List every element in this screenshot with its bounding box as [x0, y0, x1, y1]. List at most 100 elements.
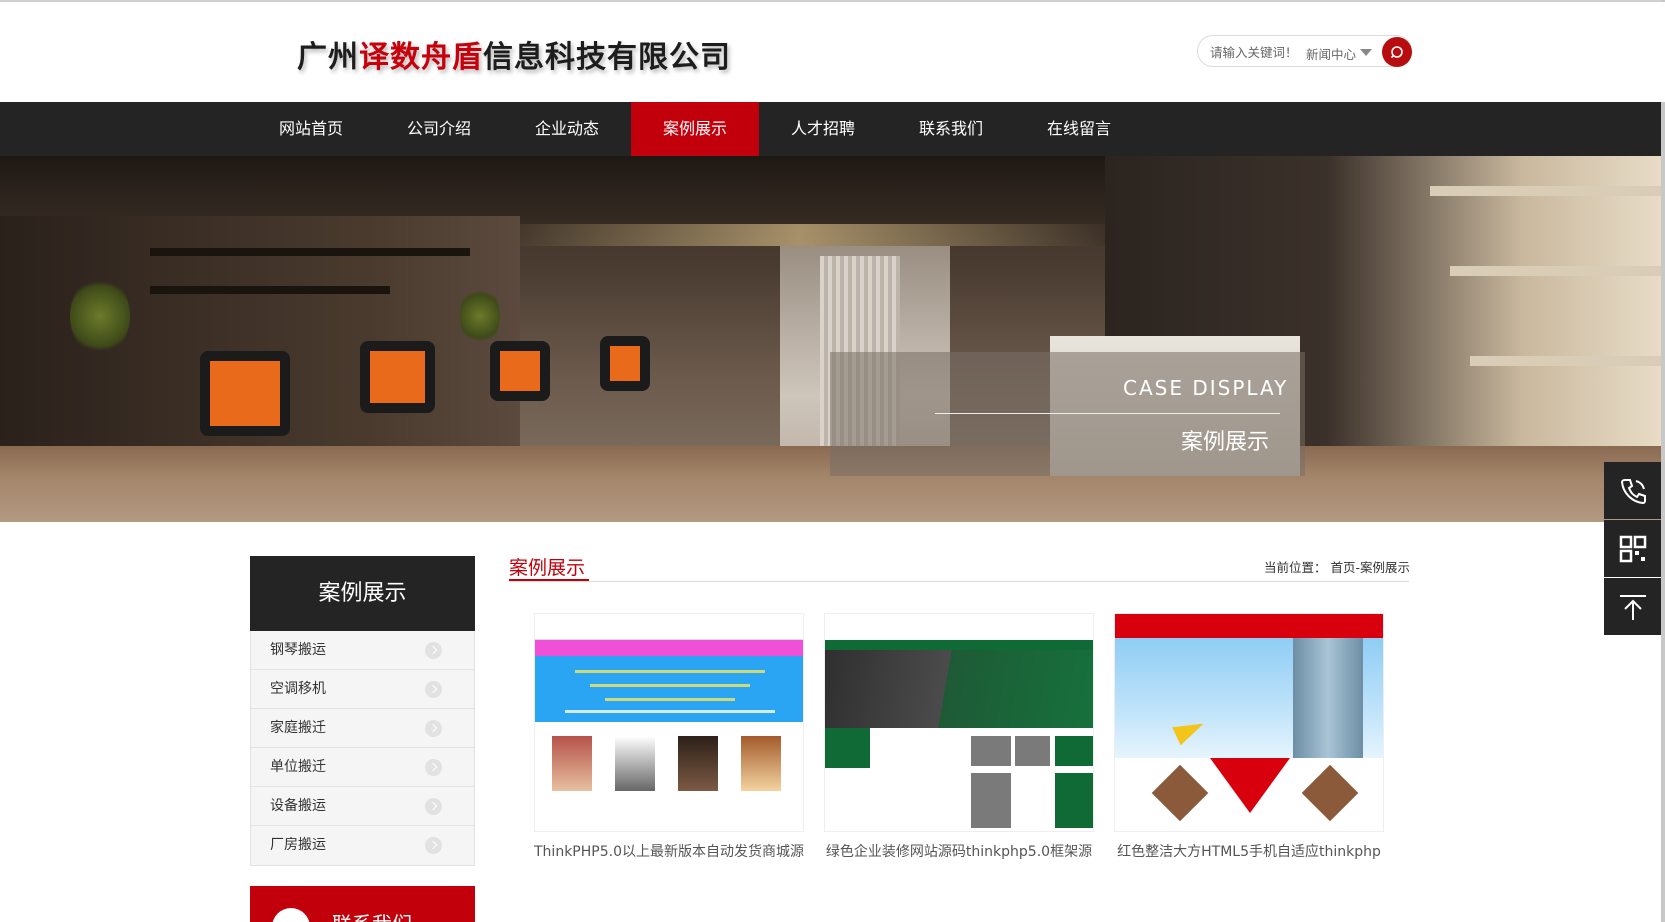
banner-en-title: CASE DISPLAY [1123, 376, 1289, 400]
case-caption[interactable]: ThinkPHP5.0以上最新版本自动发货商城源 [534, 841, 804, 861]
thumb-text-line [605, 698, 735, 701]
case-thumbnail[interactable] [824, 613, 1094, 832]
sidebar-item-home-moving[interactable]: 家庭搬迁 [251, 709, 474, 748]
banner-shelf [150, 286, 390, 294]
banner-zh-title: 案例展示 [1181, 430, 1270, 455]
banner-shelf [150, 248, 470, 256]
sidebar-item-piano[interactable]: 钢琴搬运 [251, 631, 474, 670]
search-category-select[interactable]: 新闻中心 [1306, 44, 1356, 63]
scrollbar[interactable] [1661, 0, 1665, 922]
thumb-block [1015, 736, 1050, 766]
main-nav: 网站首页 公司介绍 企业动态 案例展示 人才招聘 联系我们 在线留言 [0, 102, 1661, 156]
case-thumbnail[interactable] [534, 613, 804, 832]
search-input[interactable] [1210, 43, 1310, 61]
thumb-block [825, 728, 870, 768]
chevron-right-icon [425, 798, 442, 815]
thumb-topbar [825, 614, 1093, 640]
nav-item-contact[interactable]: 联系我们 [887, 102, 1015, 156]
sidebar-contact-header: 联系我们 [250, 886, 475, 922]
company-logo[interactable]: 广州译数舟盾信息科技有限公司 [297, 32, 731, 76]
banner-chair [200, 351, 290, 436]
case-card[interactable]: 绿色企业装修网站源码thinkphp5.0框架源 [824, 613, 1094, 861]
thumb-text-line [575, 670, 765, 673]
sidebar-item-equipment[interactable]: 设备搬运 [251, 787, 474, 826]
site-header: 广州译数舟盾信息科技有限公司 新闻中心 [0, 2, 1665, 102]
chevron-right-icon [425, 642, 442, 659]
breadcrumb: 当前位置： 首页-案例展示 [1264, 557, 1410, 576]
sidebar-title: 案例展示 [250, 556, 475, 631]
banner-chair [600, 336, 650, 391]
thumb-block [1151, 764, 1209, 822]
thumb-products [535, 722, 803, 831]
banner-shelf [1470, 356, 1661, 366]
thumb-banner [1115, 638, 1383, 758]
back-to-top-icon [1620, 595, 1646, 620]
sidebar-item-label: 空调移机 [270, 681, 326, 697]
banner-caption-panel [830, 352, 1305, 476]
thumb-block [1210, 758, 1290, 813]
chevron-right-icon [425, 837, 442, 854]
phone-button[interactable] [1604, 462, 1661, 519]
thumb-building [1293, 638, 1363, 758]
logo-part-2: 译数舟盾 [359, 40, 483, 75]
nav-item-home[interactable]: 网站首页 [247, 102, 375, 156]
search-icon [1390, 46, 1403, 59]
product-image [741, 736, 781, 791]
breadcrumb-prefix: 当前位置： [1263, 560, 1327, 575]
thumb-content [1115, 758, 1383, 831]
thumb-content [825, 728, 1093, 831]
product-image [552, 736, 592, 791]
banner-chair [360, 341, 435, 413]
nav-item-about[interactable]: 公司介绍 [375, 102, 503, 156]
product-image [615, 736, 655, 791]
thumb-block [1301, 764, 1359, 822]
banner-light [480, 224, 1120, 246]
thumb-text-line [565, 710, 775, 713]
banner-shelf [1430, 186, 1661, 196]
logo-part-3: 信息科技有限公司 [483, 40, 731, 75]
back-to-top-button[interactable] [1604, 578, 1661, 635]
sidebar-item-factory[interactable]: 厂房搬运 [251, 826, 474, 865]
thumb-block [1055, 773, 1093, 828]
nav-item-news[interactable]: 企业动态 [503, 102, 631, 156]
sidebar-category-list: 钢琴搬运 空调移机 家庭搬迁 单位搬迁 设备搬运 厂房搬运 [250, 631, 475, 866]
thumb-block [1055, 736, 1093, 766]
case-caption[interactable]: 红色整洁大方HTML5手机自适应thinkphp [1114, 841, 1384, 861]
chevron-right-icon [425, 720, 442, 737]
banner-plant [460, 286, 500, 346]
case-card[interactable]: ThinkPHP5.0以上最新版本自动发货商城源 [534, 613, 804, 861]
thumb-menu [535, 640, 803, 656]
sidebar-item-label: 单位搬迁 [270, 759, 326, 775]
nav-item-jobs[interactable]: 人才招聘 [759, 102, 887, 156]
case-caption[interactable]: 绿色企业装修网站源码thinkphp5.0框架源 [824, 841, 1094, 861]
search-button[interactable] [1382, 37, 1412, 67]
chevron-right-icon [425, 681, 442, 698]
section-title-underline [509, 579, 589, 581]
case-card[interactable]: 红色整洁大方HTML5手机自适应thinkphp [1114, 613, 1384, 861]
chevron-down-icon[interactable] [1360, 49, 1372, 56]
sidebar-item-label: 钢琴搬运 [270, 642, 326, 658]
sidebar-item-office-moving[interactable]: 单位搬迁 [251, 748, 474, 787]
nav-item-message[interactable]: 在线留言 [1015, 102, 1143, 156]
logo-part-1: 广州 [297, 40, 359, 75]
thumb-banner [535, 656, 803, 722]
sidebar-item-label: 家庭搬迁 [270, 720, 326, 736]
thumb-menu [825, 640, 1093, 650]
banner-divider [935, 413, 1280, 414]
banner-plant [70, 276, 130, 356]
banner-shelf [1450, 266, 1661, 276]
qrcode-button[interactable] [1604, 520, 1661, 577]
section-divider [509, 581, 1409, 582]
search-box: 新闻中心 [1197, 35, 1412, 67]
breadcrumb-path[interactable]: 首页-案例展示 [1330, 560, 1410, 575]
product-image [678, 736, 718, 791]
thumb-topbar [535, 614, 803, 640]
case-thumbnail[interactable] [1114, 613, 1384, 832]
banner-chair [490, 341, 550, 401]
paper-plane-icon [1172, 714, 1208, 746]
nav-item-cases[interactable]: 案例展示 [631, 102, 759, 156]
chevron-right-icon [425, 759, 442, 776]
hero-banner: CASE DISPLAY 案例展示 [0, 156, 1661, 522]
contact-title: 联系我们 [332, 908, 412, 922]
sidebar-item-aircon[interactable]: 空调移机 [251, 670, 474, 709]
